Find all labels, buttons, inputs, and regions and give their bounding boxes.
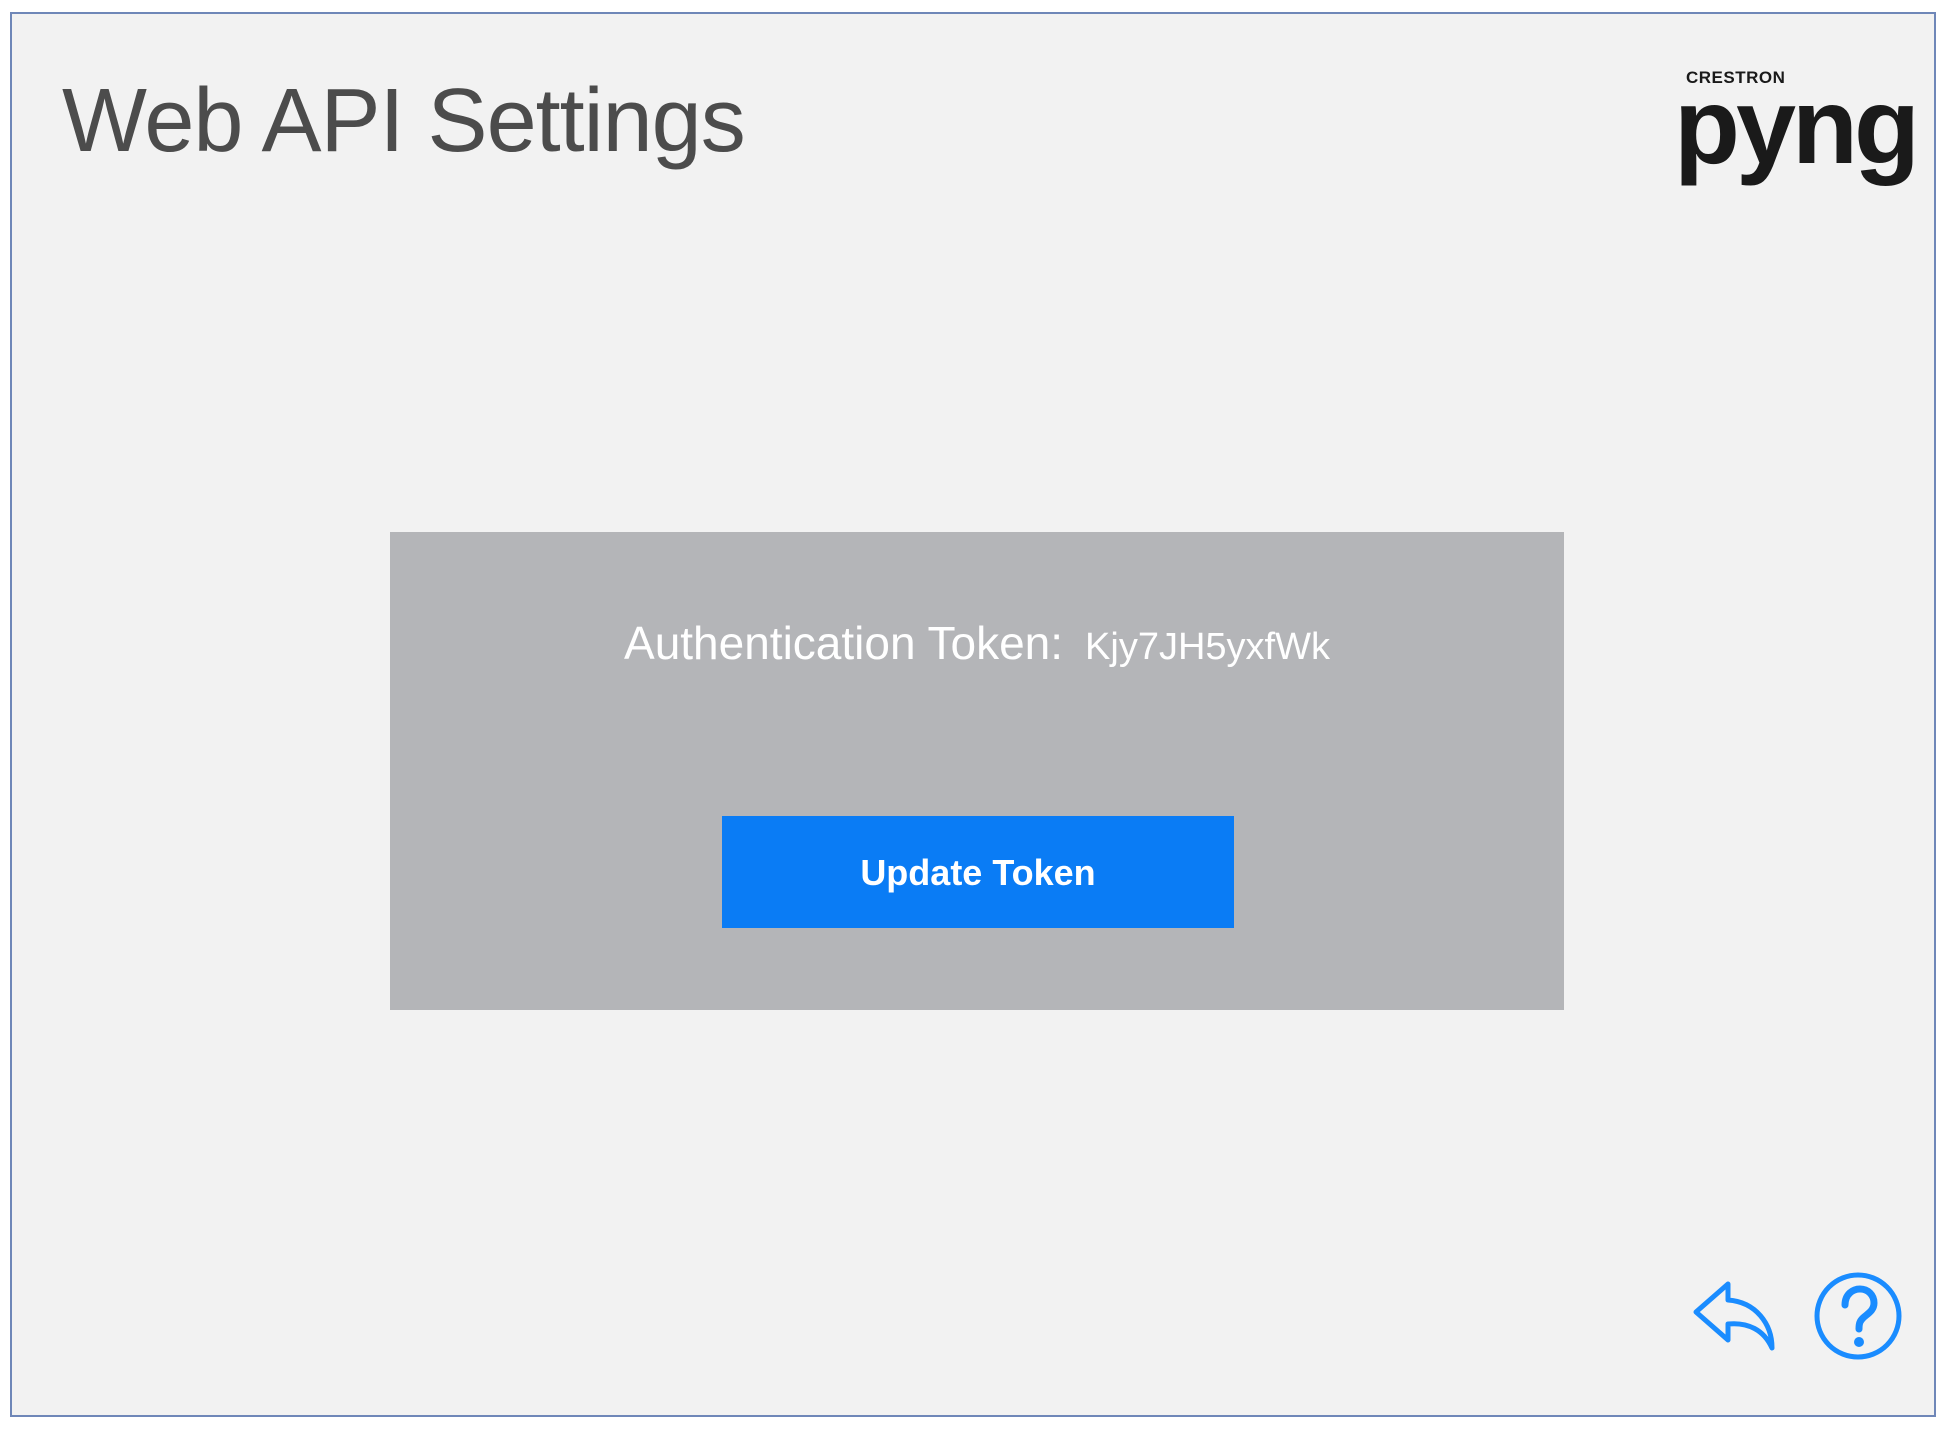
logo-pyng-text: pyng	[1674, 65, 1920, 186]
help-circle-icon[interactable]	[1812, 1270, 1904, 1362]
token-value: Kjy7JH5yxfWk	[1085, 626, 1330, 668]
token-row: Authentication Token: Kjy7JH5yxfWk	[390, 616, 1564, 670]
token-panel: Authentication Token: Kjy7JH5yxfWk Update…	[390, 532, 1564, 1010]
update-token-button[interactable]: Update Token	[722, 816, 1234, 928]
token-label: Authentication Token:	[624, 617, 1064, 669]
back-arrow-icon[interactable]	[1690, 1278, 1778, 1352]
settings-screen: Web API Settings CRESTRON pyng Authentic…	[10, 12, 1936, 1417]
crestron-pyng-logo: CRESTRON pyng	[1662, 68, 1920, 198]
page-title: Web API Settings	[62, 71, 746, 171]
